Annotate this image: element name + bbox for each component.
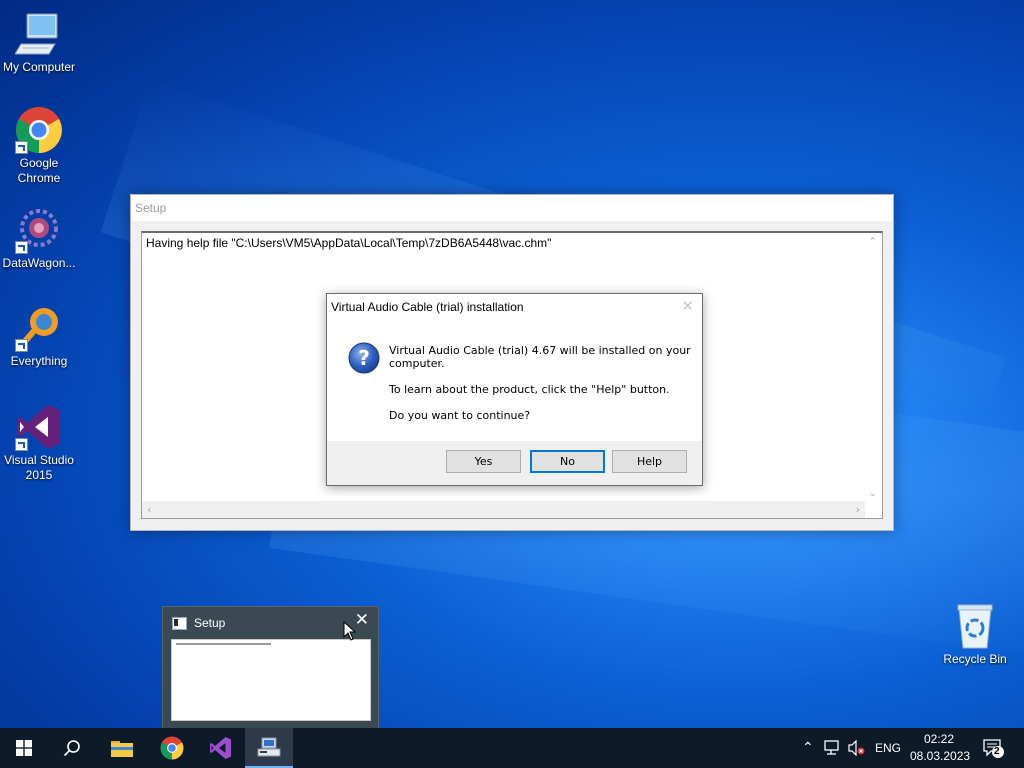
dialog-message-line2: computer. — [389, 357, 445, 370]
shortcut-arrow-icon — [15, 438, 28, 451]
preview-title: Setup — [194, 616, 226, 630]
dialog-message-line1: Virtual Audio Cable (trial) 4.67 will be… — [389, 344, 691, 357]
desktop-icon-label: Visual Studio 2015 — [4, 453, 74, 482]
desktop-icon-label: Recycle Bin — [943, 652, 1007, 666]
desktop-icon-recycle-bin[interactable]: Recycle Bin — [935, 602, 1015, 667]
help-button[interactable]: Help — [612, 450, 687, 473]
recycle-bin-icon — [951, 602, 999, 650]
yes-button[interactable]: Yes — [446, 450, 521, 473]
dialog-question: Do you want to continue? — [389, 409, 531, 422]
setup-app-icon — [257, 737, 281, 757]
desktop-icon-label: My Computer — [2, 60, 76, 74]
no-button[interactable]: No — [530, 450, 605, 473]
question-icon: ? — [348, 342, 380, 374]
setup-log-text: Having help file "C:\Users\VM5\AppData\L… — [146, 236, 552, 250]
language-indicator[interactable]: ENG — [875, 741, 901, 755]
clock-date[interactable]: 08.03.2023 — [910, 749, 970, 763]
dialog-help-hint: To learn about the product, click the "H… — [389, 383, 670, 396]
desktop-icon-label: DataWagon... — [2, 256, 76, 270]
start-button[interactable] — [0, 728, 48, 768]
chrome-icon — [160, 736, 184, 760]
shortcut-arrow-icon — [15, 339, 28, 352]
setup-window-title: Setup — [131, 195, 893, 221]
taskbar: ⌃ ENG 02:22 08.03.2023 2 — [0, 728, 1024, 768]
svg-text:?: ? — [358, 346, 370, 370]
taskbar-setup[interactable] — [245, 728, 293, 768]
taskbar-file-explorer[interactable] — [98, 728, 146, 768]
desktop-icon-label: Everything — [10, 354, 68, 368]
dialog-button-bar: Yes No Help — [327, 441, 702, 485]
horizontal-scrollbar[interactable]: ‹ › — [142, 501, 865, 518]
taskbar-visual-studio[interactable] — [197, 728, 245, 768]
mouse-cursor-icon — [343, 621, 357, 641]
desktop-icon-google-chrome[interactable]: Google Chrome — [0, 106, 79, 186]
vertical-scrollbar[interactable]: ⌃ ⌄ — [865, 233, 882, 501]
scroll-right-icon[interactable]: › — [856, 503, 860, 516]
visual-studio-icon — [15, 403, 63, 451]
desktop-icon-label: Google Chrome — [17, 156, 61, 185]
preview-thumbnail[interactable] — [171, 639, 371, 721]
close-icon[interactable]: ✕ — [681, 297, 694, 315]
chevron-up-icon[interactable]: ⌃ — [802, 739, 814, 756]
visual-studio-icon — [210, 737, 231, 759]
scroll-down-icon[interactable]: ⌄ — [869, 489, 877, 499]
volume-muted-icon[interactable] — [848, 740, 866, 756]
desktop-icon-my-computer[interactable]: My Computer — [0, 10, 79, 75]
search-button[interactable] — [48, 728, 96, 768]
scroll-left-icon[interactable]: ‹ — [147, 503, 151, 516]
shortcut-arrow-icon — [15, 241, 28, 254]
clock-time[interactable]: 02:22 — [924, 732, 954, 746]
chrome-icon — [15, 106, 63, 154]
scroll-up-icon[interactable]: ⌃ — [869, 237, 877, 247]
setup-app-icon — [172, 617, 187, 630]
notification-count-badge: 2 — [994, 746, 1000, 757]
computer-icon — [14, 10, 63, 58]
shortcut-arrow-icon — [15, 141, 28, 154]
everything-icon — [15, 304, 63, 352]
datawagon-icon — [15, 206, 63, 254]
dialog-title: Virtual Audio Cable (trial) installation — [331, 300, 524, 314]
taskbar-chrome[interactable] — [148, 728, 196, 768]
network-icon[interactable] — [824, 740, 842, 756]
start-icon — [16, 740, 32, 756]
thumbnail-text-line — [176, 643, 271, 645]
install-confirm-dialog[interactable]: Virtual Audio Cable (trial) installation… — [326, 293, 703, 486]
desktop-icon-datawagon[interactable]: DataWagon... — [0, 206, 79, 271]
desktop-icon-everything[interactable]: Everything — [0, 304, 79, 369]
file-explorer-icon — [111, 741, 133, 757]
search-icon — [63, 740, 80, 757]
desktop-icon-visual-studio[interactable]: Visual Studio 2015 — [0, 403, 79, 483]
